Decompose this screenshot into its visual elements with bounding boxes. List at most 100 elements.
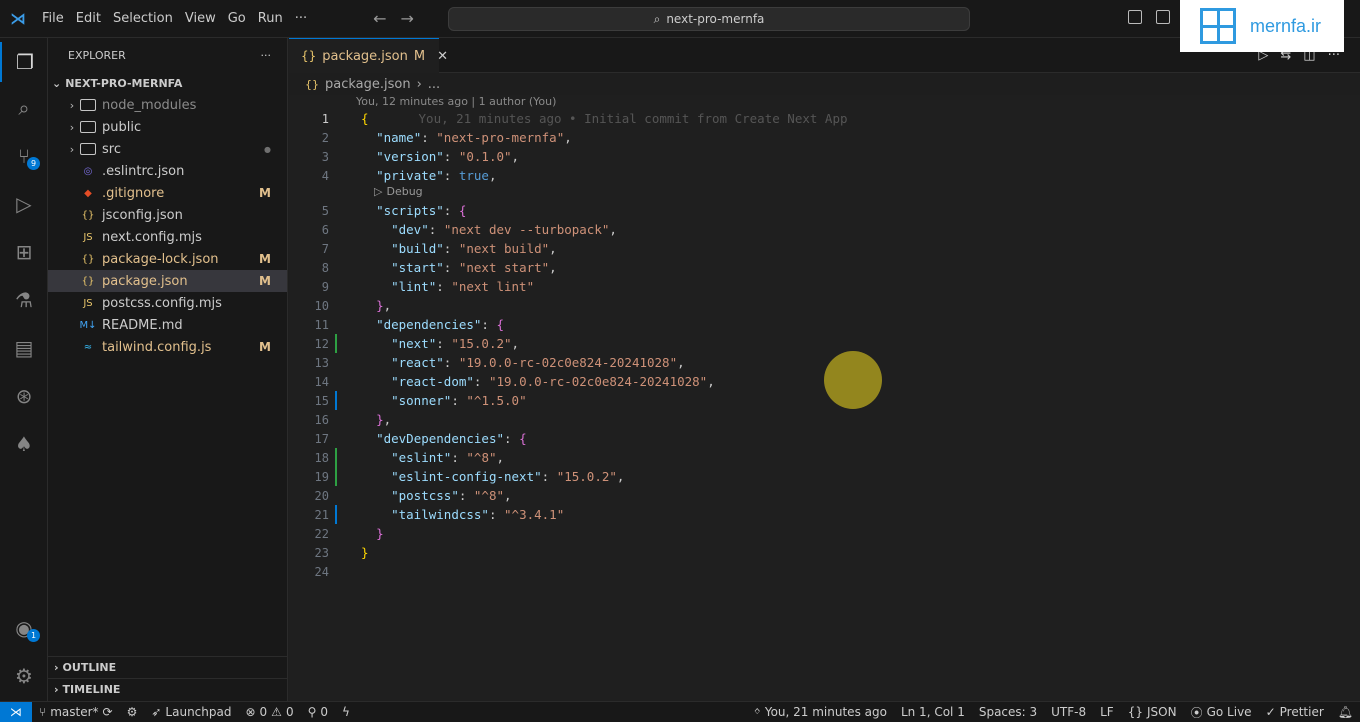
line-number: 12 (314, 336, 329, 351)
broadcast-icon: ⦿ (1190, 705, 1203, 720)
warnings-count: 0 (285, 705, 294, 719)
notifications-bell-icon[interactable]: 🔔︎ (1331, 704, 1360, 721)
file-tree-label: .gitignore (102, 185, 165, 201)
line-number: 1 (321, 111, 329, 126)
problems-status[interactable]: ⊗ 0 ⚠ 0 (238, 705, 300, 719)
launchpad-status[interactable]: ➶ Launchpad (144, 705, 238, 719)
encoding[interactable]: UTF-8 (1044, 704, 1093, 721)
back-arrow-icon[interactable]: ← (373, 9, 386, 28)
code-line: 24 (289, 562, 1349, 581)
git-status-mark: M (259, 274, 271, 288)
close-icon[interactable]: ✕ (437, 49, 448, 64)
branch-status[interactable]: ⑂ master* ⟳ (32, 705, 120, 719)
file-tree-item[interactable]: ◎ .eslintrc.json (48, 160, 287, 182)
git-gutter-marker (335, 467, 343, 486)
title-bar: ⋊ File Edit Selection View Go Run ··· ← … (0, 0, 1360, 38)
explorer-sidebar: EXPLORER ··· ⌄ NEXT-PRO-MERNFA › node_mod… (48, 38, 288, 701)
extensions-icon[interactable]: ⊞ (0, 232, 48, 272)
timeline-section[interactable]: › TIMELINE (48, 678, 287, 700)
end-of-line[interactable]: LF (1093, 704, 1121, 721)
code-text: } (361, 545, 369, 560)
menu-edit[interactable]: Edit (70, 11, 107, 26)
run-debug-icon[interactable]: ▷ (0, 184, 48, 224)
explorer-more-button[interactable]: ··· (261, 49, 272, 62)
menu-go[interactable]: Go (222, 11, 252, 26)
code-editor[interactable]: You, 12 minutes ago | 1 author (You) ▷ De… (289, 95, 1360, 701)
tab-package-json[interactable]: {} package.json M ✕ (289, 38, 448, 73)
git-gutter-marker (335, 391, 343, 410)
file-tree-item[interactable]: JS postcss.config.mjs (48, 292, 287, 314)
git-gutter-marker (335, 372, 343, 391)
file-tree-item[interactable]: › node_modules (48, 94, 287, 116)
ports-status[interactable]: ⚲ 0 (301, 705, 335, 719)
gitlens-icon[interactable]: ⚙ (120, 705, 145, 719)
file-tree-item[interactable]: {} jsconfig.json (48, 204, 287, 226)
line-number: 23 (314, 545, 329, 560)
code-text: "next": "15.0.2", (391, 336, 520, 351)
toggle-panel-icon[interactable] (1156, 10, 1170, 24)
git-gutter-marker (335, 524, 343, 543)
json-file-icon: {} (305, 77, 319, 91)
file-tree-label: next.config.mjs (102, 229, 202, 245)
git-graph-icon[interactable]: ⊛ (0, 376, 48, 416)
menu-view[interactable]: View (179, 11, 222, 26)
testing-icon[interactable]: ⚗ (0, 280, 48, 320)
outline-section[interactable]: › OUTLINE (48, 656, 287, 678)
menu-more[interactable]: ··· (289, 11, 313, 26)
vscode-logo-icon: ⋊ (10, 9, 26, 28)
file-tree-item[interactable]: JS next.config.mjs (48, 226, 287, 248)
docker-icon[interactable]: ▤ (0, 328, 48, 368)
code-line: 14 "react-dom": "19.0.0-rc-02c0e824-2024… (289, 372, 1349, 391)
remote-indicator-icon[interactable]: ⋊ (0, 701, 32, 722)
code-line: 21 "tailwindcss": "^3.4.1" (289, 505, 1349, 524)
file-tree-label: jsconfig.json (102, 207, 183, 223)
menu-run[interactable]: Run (252, 11, 289, 26)
line-number: 9 (321, 279, 329, 294)
cursor-position[interactable]: Ln 1, Col 1 (894, 704, 972, 721)
explorer-icon[interactable]: ❐ (0, 42, 48, 82)
lightning-icon[interactable]: ϟ (335, 705, 357, 719)
git-status-mark: M (259, 340, 271, 354)
command-center-search[interactable]: ⌕ next-pro-mernfa (448, 7, 970, 31)
file-tree-item[interactable]: ◆ .gitignore M (48, 182, 287, 204)
breadcrumb-more[interactable]: ... (428, 77, 440, 92)
file-tree-item[interactable]: ≈ tailwind.config.js M (48, 336, 287, 358)
settings-gear-icon[interactable]: ⚙ (0, 656, 48, 696)
prettier-status[interactable]: ✓ Prettier (1259, 704, 1331, 721)
breadcrumb-file[interactable]: package.json (325, 77, 411, 92)
file-tree-item[interactable]: {} package.json M (48, 270, 287, 292)
source-control-icon[interactable]: ⑂ 9 (0, 136, 48, 176)
language-mode[interactable]: {} JSON (1121, 704, 1184, 721)
code-line: 11 "dependencies": { (289, 315, 1349, 334)
blame-status-label: You, 21 minutes ago (764, 705, 887, 719)
indentation[interactable]: Spaces: 3 (972, 704, 1044, 721)
code-text: "start": "next start", (391, 260, 557, 275)
file-tree-item[interactable]: › src ● (48, 138, 287, 160)
code-text: {You, 21 minutes ago • Initial commit fr… (361, 111, 848, 126)
radio-tower-icon: ⚲ (307, 705, 317, 719)
mongodb-leaf-icon[interactable]: ♠ (0, 424, 48, 464)
account-icon[interactable]: ◉ 1 (0, 608, 48, 648)
forward-arrow-icon[interactable]: → (401, 9, 414, 28)
codelens-debug[interactable]: ▷ Debug (374, 183, 423, 199)
line-number: 17 (314, 431, 329, 446)
code-line: 6 "dev": "next dev --turbopack", (289, 220, 1349, 239)
toggle-sidebar-icon[interactable] (1128, 10, 1142, 24)
file-tree-item[interactable]: {} package-lock.json M (48, 248, 287, 270)
timeline-label: TIMELINE (62, 683, 121, 696)
file-tree-label: src (102, 141, 121, 157)
file-tree-label: public (102, 119, 142, 135)
code-line: 13 "react": "19.0.0-rc-02c0e824-20241028… (289, 353, 1349, 372)
blame-status[interactable]: ᛜ You, 21 minutes ago (747, 704, 894, 721)
code-line: 7 "build": "next build", (289, 239, 1349, 258)
go-live-button[interactable]: ⦿ Go Live (1184, 704, 1259, 721)
menu-file[interactable]: File (36, 11, 70, 26)
search-view-icon[interactable]: ⌕ (0, 88, 48, 128)
workspace-folder[interactable]: ⌄ NEXT-PRO-MERNFA (48, 72, 287, 94)
file-tree-item[interactable]: › public (48, 116, 287, 138)
file-tree-item[interactable]: M↓ README.md (48, 314, 287, 336)
blame-header[interactable]: You, 12 minutes ago | 1 author (You) (356, 95, 556, 108)
code-line: 3 "version": "0.1.0", (289, 147, 1349, 166)
menu-selection[interactable]: Selection (107, 11, 179, 26)
file-tree-label: .eslintrc.json (102, 163, 185, 179)
